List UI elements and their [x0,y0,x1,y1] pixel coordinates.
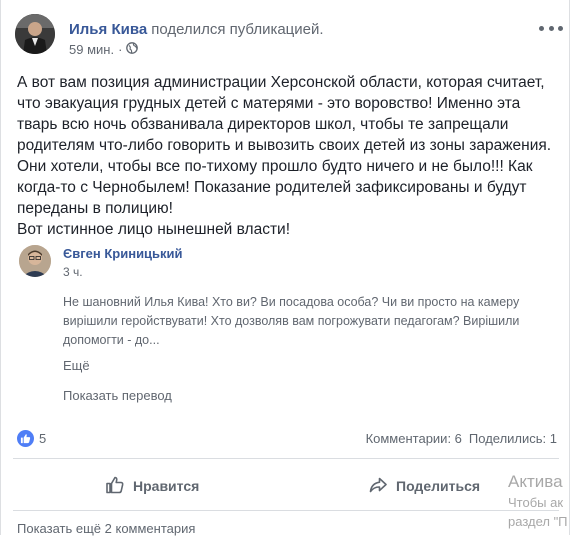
see-more-link[interactable]: Ещё [63,358,90,373]
post-line: родителям что-либо говорить и вывозить с… [17,137,552,154]
post-body: А вот вам позиция администрации Херсонск… [17,72,562,240]
commenter-avatar[interactable] [19,245,51,277]
like-button[interactable]: Нравится [105,472,199,500]
meta-separator: · [118,42,123,57]
engagement-counts: Комментарии: 6 Поделились: 1 [366,431,557,446]
post-action-text: поделился публикацией. [151,21,324,38]
comment-body: Не шановний Илья Кива! Хто ви? Ви посадо… [63,293,558,350]
like-reaction-icon[interactable] [17,430,34,447]
like-count[interactable]: 5 [39,431,46,446]
post-line: тварь всю ночь обзванивала директоров шк… [17,116,509,133]
post-timestamp[interactable]: 59 мин. [69,42,114,57]
show-translation-link[interactable]: Показать перевод [63,388,172,403]
comment-line: Не шановний Илья Кива! Хто ви? Ви посадо… [63,295,520,309]
post-author-name[interactable]: Илья Кива [69,21,147,38]
thumbs-up-icon [105,475,125,498]
post-meta: 59 мин. · [69,42,139,57]
share-button[interactable]: Поделиться [368,472,480,500]
divider [13,458,559,459]
like-button-label: Нравится [133,478,200,494]
globe-icon[interactable] [126,42,139,57]
activation-watermark: Актива Чтобы ак раздел "П [508,471,568,531]
more-horizontal-icon[interactable] [539,22,563,34]
comment-timestamp[interactable]: 3 ч. [63,265,83,279]
post-line: Вот истинное лицо нынешней власти! [17,221,291,238]
divider [13,510,559,511]
post-line: А вот вам позиция администрации Херсонск… [17,74,545,91]
share-arrow-icon [368,475,388,498]
author-avatar[interactable] [15,14,55,54]
watermark-line: раздел "П [508,514,568,529]
post-header: Илья Кива поделился публикацией. [69,21,324,38]
post-line: когда-то с Чернобылем! Показание родител… [17,179,527,196]
commenter-name[interactable]: Євген Криницький [63,246,183,261]
post-line: Они хотели, чтобы все по-тихому прошло б… [17,158,533,175]
comment-line: вирішили геройствувати! Хто дозволяв вам… [63,314,520,328]
shares-count[interactable]: Поделились: 1 [469,431,557,446]
show-more-comments-link[interactable]: Показать ещё 2 комментария [17,521,195,536]
post-card: Илья Кива поделился публикацией. 59 мин. … [0,0,570,536]
share-button-label: Поделиться [396,478,481,494]
comment-line: допомогти - до... [63,333,160,347]
watermark-line: Актива [508,472,563,491]
post-line: переданы в полицию! [17,200,173,217]
comments-count[interactable]: Комментарии: 6 [366,431,462,446]
post-line: что эвакуация грудных детей с матерями -… [17,95,521,112]
